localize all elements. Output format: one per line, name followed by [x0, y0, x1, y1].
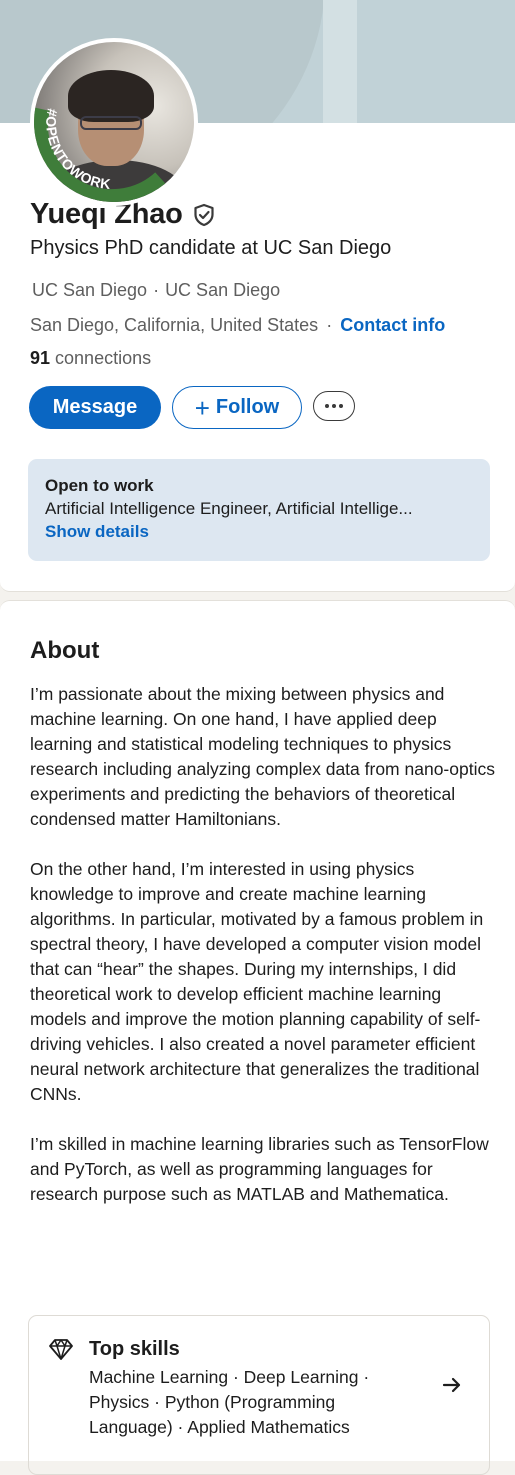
contact-info-link[interactable]: Contact info — [340, 315, 445, 335]
education-row: UC San Diego · UC San Diego — [32, 280, 280, 301]
message-button-label: Message — [52, 396, 138, 418]
open-to-work-card[interactable]: Open to work Artificial Intelligence Eng… — [28, 459, 490, 561]
arrow-right-icon[interactable] — [441, 1374, 463, 1396]
about-paragraph: I’m skilled in machine learning librarie… — [30, 1134, 489, 1204]
diamond-icon — [49, 1339, 73, 1360]
message-button[interactable]: Message — [29, 386, 161, 429]
follow-button-label: Follow — [215, 396, 280, 418]
plus-icon: + — [194, 392, 210, 423]
banner-stripe — [323, 0, 357, 123]
location-row: San Diego, California, United States · C… — [30, 315, 445, 336]
separator-dot: · — [326, 315, 333, 335]
connections-count: 91 — [30, 348, 51, 368]
open-to-work-roles: Artificial Intelligence Engineer, Artifi… — [45, 499, 413, 518]
more-actions-button[interactable] — [313, 391, 355, 421]
education-item[interactable]: UC San Diego — [165, 280, 280, 300]
show-details-link[interactable]: Show details — [45, 522, 473, 542]
profile-headline: Physics PhD candidate at UC San Diego — [30, 237, 392, 259]
connections-label: connections — [55, 348, 152, 368]
ellipsis-icon — [325, 404, 343, 408]
verified-shield-icon[interactable] — [191, 202, 217, 228]
follow-button[interactable]: + Follow — [172, 386, 302, 429]
about-heading: About — [30, 637, 100, 664]
education-item[interactable]: UC San Diego — [32, 280, 147, 300]
about-paragraph: I’m passionate about the mixing between … — [30, 684, 495, 829]
about-text: I’m passionate about the mixing between … — [30, 682, 498, 1232]
open-to-work-title: Open to work — [45, 476, 154, 495]
about-section: About I’m passionate about the mixing be… — [0, 600, 515, 1475]
separator-dot: · — [153, 280, 160, 300]
connections-row[interactable]: 91 connections — [30, 348, 151, 369]
top-skills-card[interactable]: Top skills Machine Learning · Deep Learn… — [28, 1315, 490, 1475]
top-skills-list: Machine Learning · Deep Learning · Physi… — [89, 1367, 370, 1437]
avatar-photo: #OPENTOWORK — [34, 42, 194, 202]
about-paragraph: On the other hand, I’m interested in usi… — [30, 859, 484, 1104]
profile-location: San Diego, California, United States — [30, 315, 319, 335]
profile-avatar[interactable]: #OPENTOWORK — [30, 38, 198, 206]
top-skills-title: Top skills — [89, 1338, 180, 1360]
open-to-work-ring: #OPENTOWORK — [34, 107, 173, 202]
